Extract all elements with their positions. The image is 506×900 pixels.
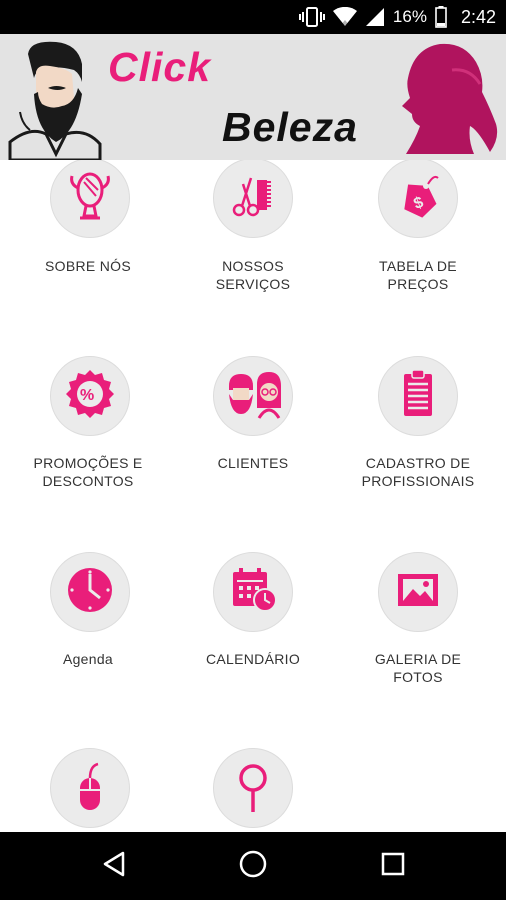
menu-label: CALENDÁRIO: [205, 651, 301, 667]
banner-title-beleza: Beleza: [222, 104, 358, 150]
battery-icon: [435, 6, 447, 28]
scissors-comb-icon: [223, 166, 283, 231]
menu-label: CLIENTES: [217, 455, 289, 471]
bearded-man-logo: [8, 41, 102, 160]
back-button[interactable]: [84, 832, 144, 900]
menu-label: Agenda: [62, 651, 114, 667]
woman-silhouette-logo: [402, 43, 498, 154]
menu-label: TABELA DE PREÇOS: [379, 258, 457, 292]
svg-text:%: %: [80, 387, 94, 404]
map-pin-icon: [223, 756, 283, 821]
vibrate-icon: [298, 7, 325, 27]
calendar-icon: [223, 560, 283, 625]
menu-label: GALERIA DE FOTOS: [374, 651, 462, 685]
recents-icon: [380, 851, 406, 882]
mirror-icon: [60, 166, 120, 231]
back-icon: [101, 850, 127, 883]
wifi-icon: [332, 7, 357, 27]
menu-label: PROMOÇÕES E DESCONTOS: [33, 455, 143, 489]
clients-icon: [221, 364, 285, 429]
discount-badge-icon: %: [60, 364, 120, 429]
menu-label: NOSSOS SERVIÇOS: [215, 258, 291, 292]
menu-label: CADASTRO DE PROFISSIONAIS: [361, 455, 475, 489]
menu-grid: SOBRE NÓS NOSSOS SERVIÇOS $ TABELA DE PR…: [0, 160, 506, 832]
gallery-icon: [388, 560, 448, 625]
home-icon: [238, 849, 268, 884]
recents-button[interactable]: [363, 832, 423, 900]
price-tag-icon: $: [388, 166, 448, 231]
battery-percent: 16%: [392, 7, 427, 26]
menu-label: SOBRE NÓS: [45, 258, 131, 274]
navigation-bar: [0, 832, 506, 900]
clipboard-icon: [388, 364, 448, 429]
home-button[interactable]: [223, 832, 283, 900]
mouse-icon: [60, 756, 120, 821]
banner-title-click: Click: [108, 44, 211, 90]
signal-icon: [365, 7, 385, 27]
header-banner: Click Beleza: [0, 34, 506, 160]
status-bar: 16% 2:42: [0, 0, 506, 34]
clock-time: 2:42: [460, 6, 496, 27]
clock-icon: [60, 560, 120, 625]
